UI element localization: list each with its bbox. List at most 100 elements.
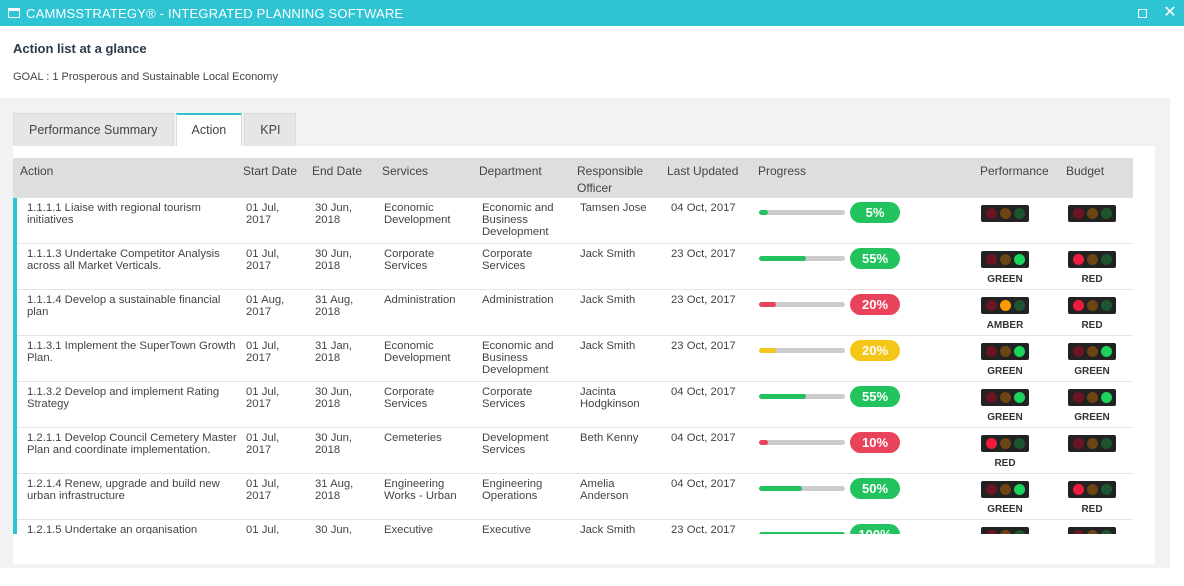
col-header-responsible-officer[interactable]: Responsible Officer xyxy=(577,163,643,197)
light-amber-dot xyxy=(1086,392,1098,403)
cell-end-date: 31 Aug, 2018 xyxy=(315,294,354,318)
light-amber-dot xyxy=(999,300,1011,311)
cell-services: Executive xyxy=(384,524,433,534)
cell-action[interactable]: 1.1.3.2 Develop and implement Rating Str… xyxy=(27,386,237,410)
table-row[interactable]: 1.1.1.4 Develop a sustainable financial … xyxy=(13,290,1133,336)
row-accent-bar xyxy=(13,474,17,520)
performance-status-label: RED xyxy=(994,458,1016,469)
row-accent-bar xyxy=(13,198,17,244)
performance-status-label: GREEN xyxy=(987,412,1023,423)
title-bar: CAMMSSTRATEGY® - INTEGRATED PLANNING SOF… xyxy=(0,0,1184,26)
light-red-dot xyxy=(1072,254,1084,265)
col-header-budget[interactable]: Budget xyxy=(1066,163,1104,180)
col-header-services[interactable]: Services xyxy=(382,163,428,180)
light-green-dot xyxy=(1100,392,1112,403)
progress-bar xyxy=(759,256,845,261)
col-header-end-date[interactable]: End Date xyxy=(312,163,362,180)
light-green-dot xyxy=(1013,392,1025,403)
tab-performance-summary[interactable]: Performance Summary xyxy=(13,113,174,146)
budget-traffic-light xyxy=(1068,527,1116,534)
cell-action[interactable]: 1.2.1.1 Develop Council Cemetery Master … xyxy=(27,432,237,456)
maximize-icon xyxy=(1137,9,1147,18)
performance-traffic-light xyxy=(981,343,1029,360)
table-row[interactable]: 1.2.1.1 Develop Council Cemetery Master … xyxy=(13,428,1133,474)
col-header-start-date[interactable]: Start Date xyxy=(243,163,297,180)
light-green-dot xyxy=(1100,254,1112,265)
progress-bar-fill xyxy=(759,302,777,307)
cell-action[interactable]: 1.2.1.5 Undertake an organisation xyxy=(27,524,237,534)
budget-status-label: GREEN xyxy=(1074,412,1110,423)
light-green-dot xyxy=(1013,300,1025,311)
col-header-performance[interactable]: Performance xyxy=(980,163,1049,180)
cell-end-date: 30 Jun, 2018 xyxy=(315,432,353,456)
table-row[interactable]: 1.2.1.5 Undertake an organisation 01 Jul,… xyxy=(13,520,1133,534)
tab-action[interactable]: Action xyxy=(175,113,243,146)
light-amber-dot xyxy=(999,346,1011,357)
col-header-department[interactable]: Department xyxy=(479,163,542,180)
performance-traffic-light xyxy=(981,389,1029,406)
col-header-action[interactable]: Action xyxy=(20,163,53,180)
progress-badge: 20% xyxy=(850,340,900,361)
cell-action[interactable]: 1.1.1.4 Develop a sustainable financial … xyxy=(27,294,237,318)
table-row[interactable]: 1.1.1.1 Liaise with regional tourism ini… xyxy=(13,198,1133,244)
cell-action[interactable]: 1.2.1.4 Renew, upgrade and build new urb… xyxy=(27,478,237,502)
cell-responsible-officer: Jack Smith xyxy=(580,524,636,534)
light-green-dot xyxy=(1013,254,1025,265)
progress-bar-fill xyxy=(759,394,807,399)
cell-start-date: 01 Jul, 2017 xyxy=(246,202,280,226)
table-row[interactable]: 1.2.1.4 Renew, upgrade and build new urb… xyxy=(13,474,1133,520)
progress-bar xyxy=(759,348,845,353)
progress-bar-fill xyxy=(759,210,768,215)
cell-responsible-officer: Jack Smith xyxy=(580,340,636,352)
tab-content: Action Start Date End Date Services Depa… xyxy=(13,146,1155,564)
budget-status-label: RED xyxy=(1081,504,1103,515)
progress-bar xyxy=(759,440,845,445)
light-green-dot xyxy=(1100,530,1112,534)
row-accent-bar xyxy=(13,290,17,336)
cell-end-date: 31 Aug, 2018 xyxy=(315,478,354,502)
budget-status-label: RED xyxy=(1081,320,1103,331)
performance-traffic-light xyxy=(981,435,1029,452)
col-header-progress[interactable]: Progress xyxy=(758,163,806,180)
performance-traffic-light xyxy=(981,297,1029,314)
cell-action[interactable]: 1.1.3.1 Implement the SuperTown Growth P… xyxy=(27,340,237,364)
table-row[interactable]: 1.1.1.3 Undertake Competitor Analysis ac… xyxy=(13,244,1133,290)
cell-services: Administration xyxy=(384,294,456,306)
progress-badge: 50% xyxy=(850,478,900,499)
cell-start-date: 01 Jul, 2017 xyxy=(246,340,280,364)
progress-badge: 55% xyxy=(850,386,900,407)
table-row[interactable]: 1.1.3.2 Develop and implement Rating Str… xyxy=(13,382,1133,428)
cell-responsible-officer: Jack Smith xyxy=(580,248,636,260)
tab-kpi[interactable]: KPI xyxy=(244,113,297,146)
progress-bar xyxy=(759,302,845,307)
cell-action[interactable]: 1.1.1.3 Undertake Competitor Analysis ac… xyxy=(27,248,237,272)
progress-badge: 10% xyxy=(850,432,900,453)
budget-traffic-light xyxy=(1068,205,1116,222)
col-header-last-updated[interactable]: Last Updated xyxy=(667,163,738,180)
cell-department: Administration xyxy=(482,294,554,306)
cell-department: Economic and Business Development xyxy=(482,340,554,376)
light-red-dot xyxy=(1072,208,1084,219)
page-title: Action list at a glance xyxy=(13,41,147,56)
budget-traffic-light xyxy=(1068,435,1116,452)
grid-header: Action Start Date End Date Services Depa… xyxy=(13,158,1133,198)
col-header-officer-line2: Officer xyxy=(577,181,613,195)
cell-action[interactable]: 1.1.1.1 Liaise with regional tourism ini… xyxy=(27,202,237,226)
progress-bar-fill xyxy=(759,348,777,353)
cell-start-date: 01 Jul, 2017 xyxy=(246,248,280,272)
cell-end-date: 30 Jun, 2018 xyxy=(315,248,353,272)
close-button[interactable]: ✕ xyxy=(1162,4,1178,22)
maximize-button[interactable] xyxy=(1134,4,1150,22)
light-red-dot xyxy=(985,530,997,534)
light-red-dot xyxy=(985,484,997,495)
light-red-dot xyxy=(985,392,997,403)
cell-services: Engineering Works - Urban xyxy=(384,478,457,502)
cell-end-date: 30 Jun, 2018 xyxy=(315,386,353,410)
cell-end-date: 31 Jan, 2018 xyxy=(315,340,353,364)
col-header-officer-line1: Responsible xyxy=(577,164,644,178)
progress-badge: 100% xyxy=(850,524,900,534)
table-row[interactable]: 1.1.3.1 Implement the SuperTown Growth P… xyxy=(13,336,1133,382)
light-red-dot xyxy=(985,300,997,311)
cell-end-date: 30 Jun, 2018 xyxy=(315,202,353,226)
light-green-dot xyxy=(1100,484,1112,495)
